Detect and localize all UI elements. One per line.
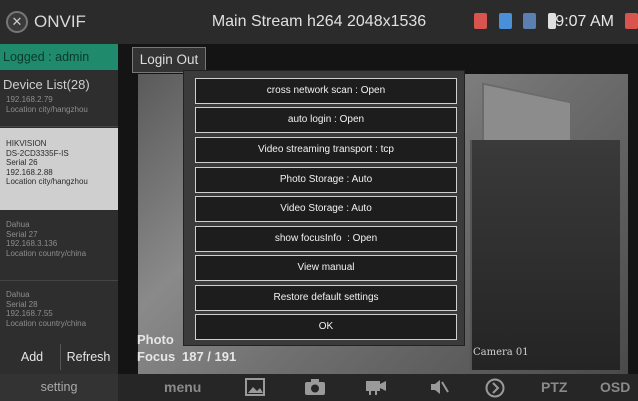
device-location: Location city/hangzhou xyxy=(6,177,88,186)
device-ip: 192.168.7.55 xyxy=(6,309,53,318)
device-serial: Serial 28 xyxy=(6,299,38,309)
device-location: Location country/china xyxy=(6,318,87,328)
device-vendor: Dahua xyxy=(6,220,30,229)
mute-icon[interactable] xyxy=(428,378,450,398)
top-bar: ✕ ONVIF Main Stream h264 2048x1536 9:07 … xyxy=(0,0,638,44)
play-icon[interactable] xyxy=(484,378,506,398)
refresh-button[interactable]: Refresh xyxy=(60,344,116,370)
divider xyxy=(0,126,118,127)
settings-dialog: cross network scan : Open auto login : O… xyxy=(183,70,465,346)
device-list-item[interactable]: 192.168.2.79 Location city/hangzhou xyxy=(0,95,118,123)
setting-button[interactable]: setting xyxy=(0,374,118,401)
device-serial: Serial 27 xyxy=(6,229,38,239)
gallery-icon[interactable] xyxy=(244,378,266,398)
add-button[interactable]: Add xyxy=(6,344,58,370)
view-manual-button[interactable]: View manual xyxy=(195,255,457,281)
photo-storage-option[interactable]: Photo Storage : Auto xyxy=(195,167,457,193)
device-sidebar: Logged : admin Device List(28) 192.168.2… xyxy=(0,44,118,374)
clock: 9:07 AM xyxy=(555,13,614,30)
bottom-toolbar: setting menu PTZ OSD xyxy=(0,374,638,401)
download-icon xyxy=(499,13,512,29)
device-list-title: Device List(28) xyxy=(3,77,90,92)
record-icon[interactable] xyxy=(364,378,388,398)
device-ip: 192.168.3.136 xyxy=(6,239,58,248)
device-ip: 192.168.2.88 xyxy=(6,167,53,177)
device-vendor: HIKVISION xyxy=(6,139,47,148)
stream-title: Main Stream h264 2048x1536 xyxy=(211,13,427,30)
logged-status: Logged : admin xyxy=(0,44,118,70)
divider xyxy=(0,280,118,281)
device-location: Location country/china xyxy=(6,248,87,258)
device-vendor: Dahua xyxy=(6,290,30,299)
device-ip: 192.168.2.79 xyxy=(6,95,53,104)
restore-defaults-button[interactable]: Restore default settings xyxy=(195,285,457,311)
cross-network-scan-option[interactable]: cross network scan : Open xyxy=(195,78,457,104)
ok-button[interactable]: OK xyxy=(195,314,457,340)
network-icon xyxy=(523,13,536,29)
menu-button[interactable]: menu xyxy=(164,379,201,395)
device-list-item[interactable]: Dahua Serial 28 192.168.7.55 Location co… xyxy=(0,290,118,338)
device-list-item-selected[interactable]: HIKVISION DS-2CD3335F-IS Serial 26 192.1… xyxy=(0,128,118,210)
auto-login-option[interactable]: auto login : Open xyxy=(195,107,457,133)
focus-value: 187 / 191 xyxy=(182,349,237,364)
camera-label: Camera 01 xyxy=(473,347,529,358)
ptz-button[interactable]: PTZ xyxy=(541,379,567,395)
device-location: Location city/hangzhou xyxy=(6,104,88,114)
device-model: DS-2CD3335F-IS xyxy=(6,148,69,158)
sd-card-icon xyxy=(474,13,487,29)
video-streaming-transport-option[interactable]: Video streaming transport : tcp xyxy=(195,137,457,163)
show-focus-info-option[interactable]: show focusInfo : Open xyxy=(195,226,457,252)
device-serial: Serial 26 xyxy=(6,158,38,167)
osd-button[interactable]: OSD xyxy=(600,379,630,395)
close-icon[interactable] xyxy=(625,13,638,29)
camera-icon[interactable] xyxy=(304,378,326,398)
camera-feed-detail xyxy=(470,140,620,370)
video-storage-option[interactable]: Video Storage : Auto xyxy=(195,196,457,222)
device-list-item[interactable]: Dahua Serial 27 192.168.3.136 Location c… xyxy=(0,220,118,270)
focus-label: Focus xyxy=(137,349,176,364)
photo-label: Photo xyxy=(137,332,174,347)
